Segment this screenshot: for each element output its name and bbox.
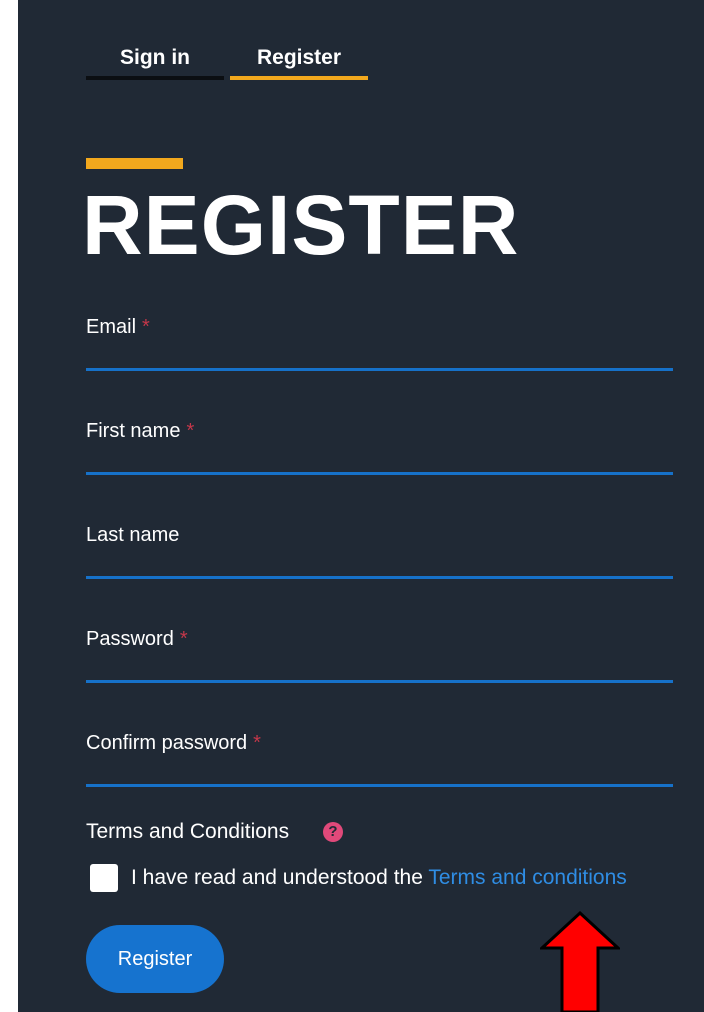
first-name-label: First name * (86, 420, 195, 442)
register-button[interactable]: Register (86, 925, 224, 993)
page-title: REGISTER (82, 178, 520, 272)
terms-link[interactable]: Terms and conditions (428, 866, 626, 889)
terms-checkbox[interactable] (90, 864, 118, 892)
password-field[interactable]: Password * (86, 628, 673, 683)
first-name-field[interactable]: First name * (86, 420, 673, 475)
password-input[interactable] (86, 654, 673, 680)
red-arrow-up-icon (540, 910, 620, 1012)
confirm-password-input[interactable] (86, 758, 673, 784)
email-field[interactable]: Email * (86, 316, 673, 371)
email-label: Email * (86, 316, 150, 338)
required-marker: * (186, 420, 195, 442)
last-name-input[interactable] (86, 550, 673, 576)
password-label: Password * (86, 628, 188, 650)
terms-statement: I have read and understood the Terms and… (131, 866, 627, 890)
heading-accent-bar (86, 158, 183, 169)
required-marker: * (179, 628, 188, 650)
first-name-input[interactable] (86, 446, 673, 472)
tab-sign-in[interactable]: Sign in (86, 40, 224, 80)
confirm-password-label: Confirm password * (86, 732, 261, 754)
terms-title: Terms and Conditions (86, 820, 290, 843)
tab-register[interactable]: Register (230, 40, 368, 80)
email-input[interactable] (86, 342, 673, 368)
register-panel: Sign in Register REGISTER Email * First n… (18, 0, 704, 1012)
last-name-field[interactable]: Last name (86, 524, 673, 579)
required-marker: * (142, 316, 150, 338)
required-marker: * (253, 732, 261, 754)
help-icon[interactable]: ? (323, 822, 343, 842)
confirm-password-field[interactable]: Confirm password * (86, 732, 673, 787)
last-name-label: Last name (86, 524, 180, 546)
terms-statement-text: I have read and understood the (131, 866, 423, 889)
